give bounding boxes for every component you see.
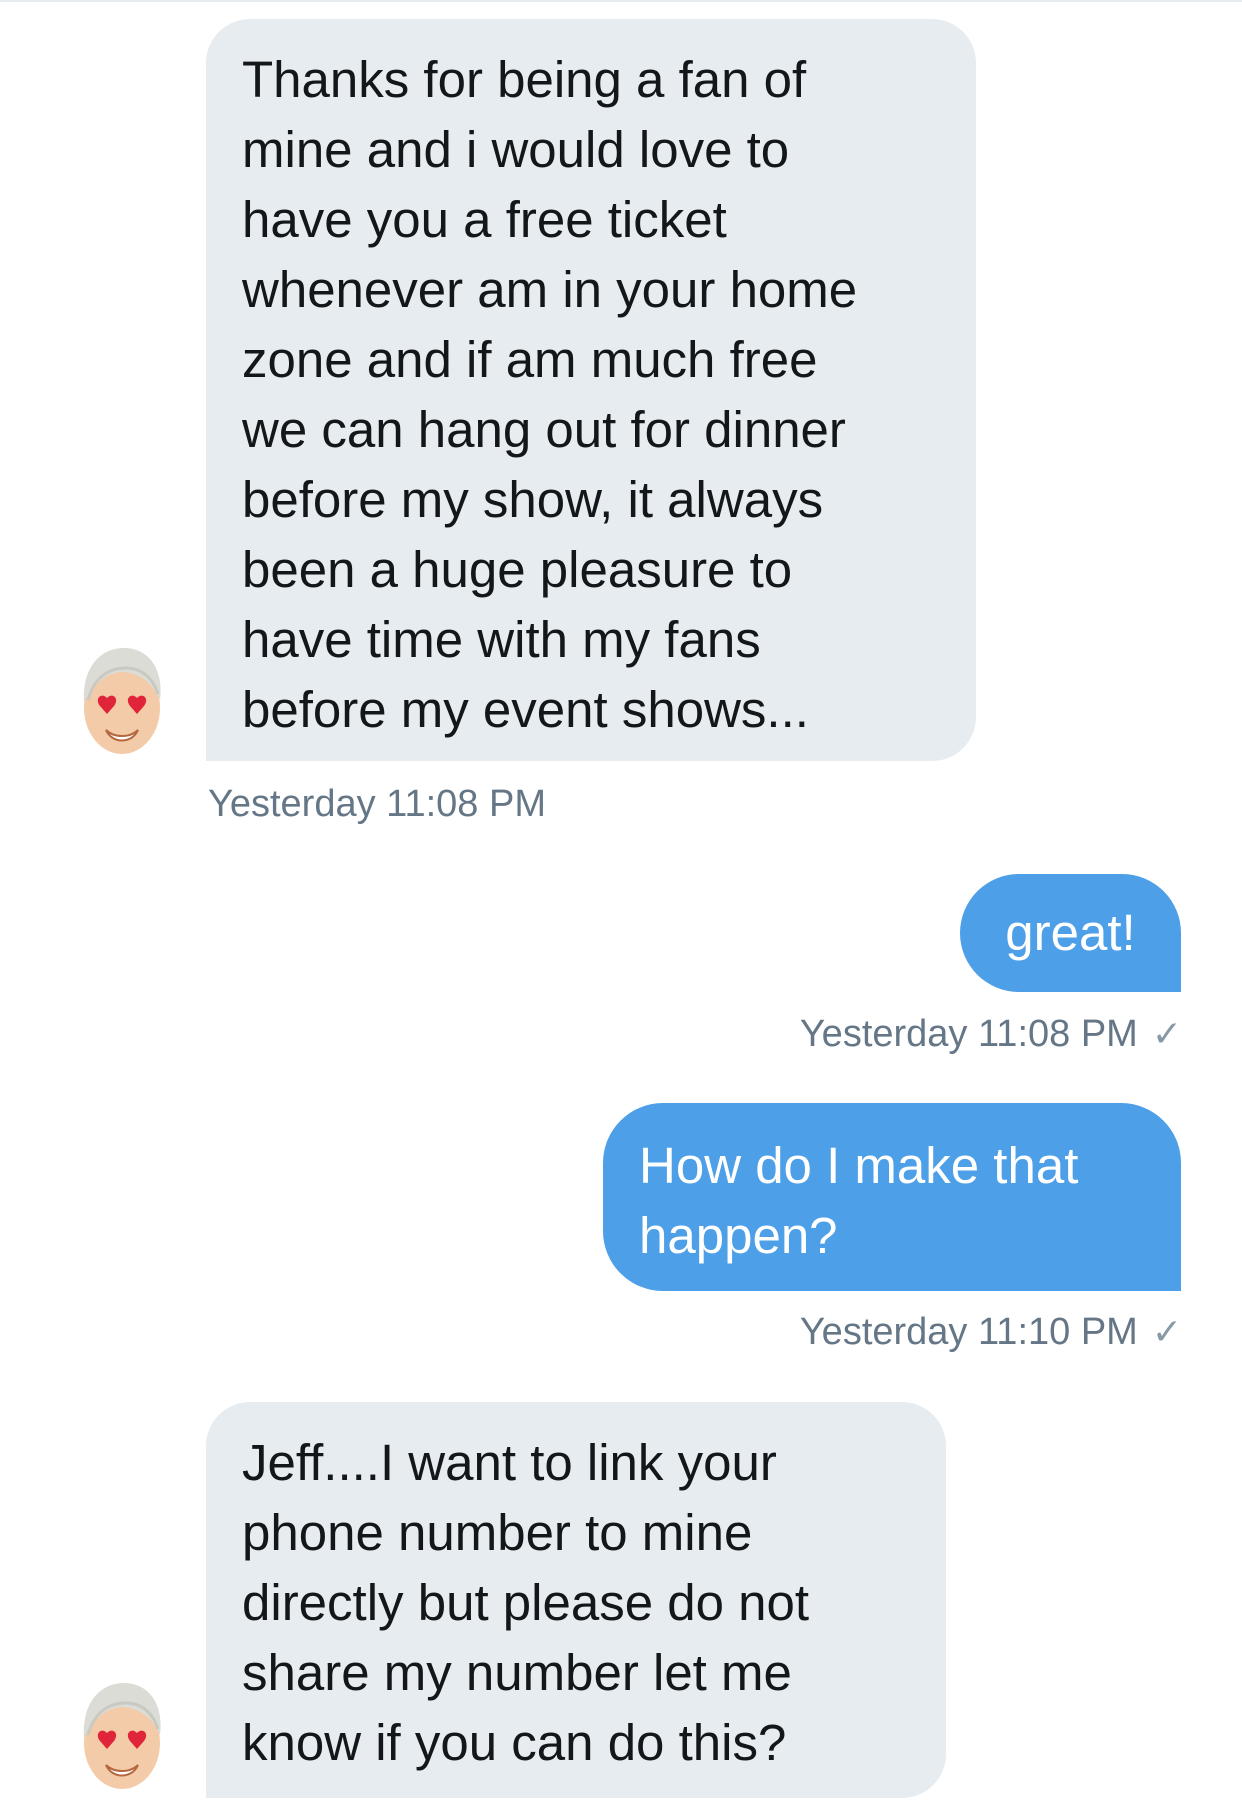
- message-thread[interactable]: Thanks for being a fan of mine and i wou…: [0, 0, 1242, 1818]
- checkmark-icon: ✓: [1151, 1311, 1182, 1352]
- outgoing-message-bubble[interactable]: How do I make that happen?: [603, 1103, 1181, 1291]
- incoming-message-bubble[interactable]: Jeff....I want to link your phone number…: [206, 1402, 946, 1798]
- sender-avatar[interactable]: [78, 1677, 166, 1795]
- incoming-message-bubble[interactable]: Thanks for being a fan of mine and i wou…: [206, 19, 976, 761]
- message-timestamp-row: Yesterday 11:08 PM ✓: [800, 1012, 1182, 1056]
- sender-avatar[interactable]: [78, 642, 166, 760]
- message-timestamp: Yesterday 11:10 PM: [799, 1311, 1138, 1353]
- emoji-face-heart-eyes-icon: [83, 648, 161, 754]
- emoji-face-heart-eyes-icon: [83, 1683, 161, 1789]
- message-timestamp: Yesterday 11:08 PM: [208, 783, 546, 825]
- message-timestamp: Yesterday 11:08 PM: [799, 1013, 1138, 1055]
- outgoing-message-bubble[interactable]: great!: [960, 874, 1181, 992]
- checkmark-icon: ✓: [1151, 1013, 1182, 1054]
- message-timestamp-row: Yesterday 11:10 PM ✓: [800, 1310, 1182, 1354]
